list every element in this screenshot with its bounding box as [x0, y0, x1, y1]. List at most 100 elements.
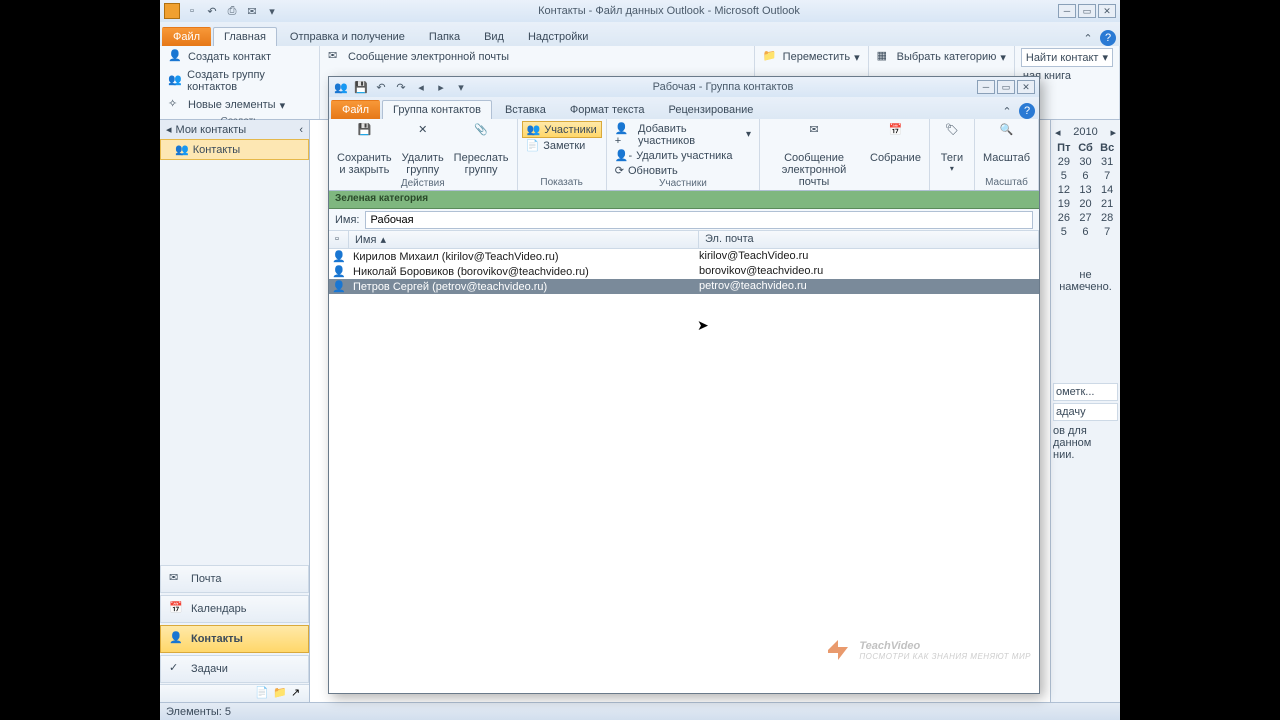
modal-ribbon-toggle-icon[interactable]: ⌃: [999, 103, 1015, 119]
forward-icon: 📎: [467, 123, 495, 151]
btn-delete-group[interactable]: ✕Удалить группу: [398, 121, 448, 178]
add-member-icon: 👤+: [615, 122, 634, 147]
btn-create-group[interactable]: 👥Создать группу контактов: [166, 68, 313, 94]
nav-calendar[interactable]: 📅Календарь: [160, 595, 309, 623]
qat-sendreceive-icon[interactable]: ✉: [244, 3, 260, 19]
tasks-nav-icon: ✓: [169, 661, 185, 677]
find-contact-input[interactable]: Найти контакт ▾: [1021, 48, 1113, 67]
contacts-nav-icon: 👤: [169, 631, 185, 647]
btn-remove-member[interactable]: 👤-Удалить участника: [611, 148, 755, 163]
navigation-pane: ◂ Мои контакты‹ 👥Контакты ✉Почта 📅Календ…: [160, 120, 310, 702]
tab-sendreceive[interactable]: Отправка и получение: [279, 27, 416, 46]
btn-forward-group[interactable]: 📎Переслать группу: [450, 121, 513, 178]
modal-tab-format[interactable]: Формат текста: [559, 100, 656, 119]
btn-zoom[interactable]: 🔍Масштаб: [979, 121, 1034, 166]
btn-move[interactable]: 📁Переместить ▾: [761, 48, 862, 66]
header-icon-col[interactable]: ▫: [329, 231, 349, 248]
modal-save-icon[interactable]: 💾: [353, 79, 369, 95]
nav-tasks[interactable]: ✓Задачи: [160, 655, 309, 683]
tab-file[interactable]: Файл: [162, 27, 211, 46]
modal-help-icon[interactable]: ?: [1019, 103, 1035, 119]
btn-show-notes[interactable]: 📄Заметки: [522, 138, 602, 153]
member-row[interactable]: 👤Кирилов Михаил (kirilov@TeachVideo.ru)k…: [329, 249, 1039, 264]
btn-tags[interactable]: 🏷Теги▾: [934, 121, 970, 175]
btn-meeting[interactable]: 📅Собрание: [866, 121, 925, 190]
sidebar-footer: 📄 📁 ↗: [160, 684, 309, 702]
btn-new-items[interactable]: ✧Новые элементы ▾: [166, 96, 313, 114]
qat-undo-icon[interactable]: ↶: [204, 3, 220, 19]
btn-save-close[interactable]: 💾Сохранить и закрыть: [333, 121, 396, 178]
todo-bar: ◂2010▸ ПтСбВс 29303156712131419202126272…: [1050, 120, 1120, 702]
notes-icon: 📄: [526, 139, 540, 152]
tab-folder[interactable]: Папка: [418, 27, 471, 46]
qat-save-icon[interactable]: ▫: [184, 3, 200, 19]
modal-maximize-button[interactable]: ▭: [997, 80, 1015, 94]
sort-asc-icon: ▴: [380, 233, 386, 246]
help-icon[interactable]: ?: [1100, 30, 1116, 46]
zoom-icon: 🔍: [992, 123, 1020, 151]
qat-more-icon[interactable]: ▾: [264, 3, 280, 19]
modal-tab-file[interactable]: Файл: [331, 100, 380, 119]
member-list: 👤Кирилов Михаил (kirilov@TeachVideo.ru)k…: [329, 249, 1039, 693]
email-big-icon: ✉: [800, 123, 828, 151]
member-list-header: ▫ Имя ▴ Эл. почта: [329, 231, 1039, 249]
btn-create-contact[interactable]: 👤Создать контакт: [166, 48, 313, 66]
modal-prev-icon[interactable]: ◂: [413, 79, 429, 95]
header-email-col[interactable]: Эл. почта: [699, 231, 1039, 248]
btn-add-members[interactable]: 👤+Добавить участников ▾: [611, 121, 755, 148]
close-button[interactable]: ✕: [1098, 4, 1116, 18]
category-icon: ▦: [877, 49, 893, 65]
header-name-col[interactable]: Имя ▴: [349, 231, 699, 248]
main-ribbon-tabs: Файл Главная Отправка и получение Папка …: [160, 22, 1120, 46]
contact-group-window: 👥 💾 ↶ ↷ ◂ ▸ ▾ Рабочая - Группа контактов…: [328, 76, 1040, 694]
modal-undo-icon[interactable]: ↶: [373, 79, 389, 95]
modal-minimize-button[interactable]: ─: [977, 80, 995, 94]
window-title: Контакты - Файл данных Outlook - Microso…: [280, 5, 1058, 17]
modal-next-icon[interactable]: ▸: [433, 79, 449, 95]
member-row[interactable]: 👤Николай Боровиков (borovikov@teachvideo…: [329, 264, 1039, 279]
group-name-input[interactable]: [365, 211, 1033, 229]
sidebar-item-contacts[interactable]: 👥Контакты: [160, 139, 309, 160]
nav-contacts[interactable]: 👤Контакты: [160, 625, 309, 653]
meeting-icon: 📅: [881, 123, 909, 151]
new-icon: ✧: [168, 97, 184, 113]
task-desc: ов для данном нии.: [1053, 425, 1118, 461]
calendar-year: 2010: [1073, 126, 1097, 139]
modal-tab-review[interactable]: Рецензирование: [657, 100, 764, 119]
shortcuts-icon[interactable]: ↗: [291, 686, 305, 700]
task-input[interactable]: адачу: [1056, 406, 1086, 418]
notes-label: ометк...: [1056, 386, 1094, 398]
modal-ribbon: 💾Сохранить и закрыть ✕Удалить группу 📎Пе…: [329, 119, 1039, 191]
ribbon-toggle-icon[interactable]: ⌃: [1080, 30, 1096, 46]
member-row[interactable]: 👤Петров Сергей (petrov@teachvideo.ru)pet…: [329, 279, 1039, 294]
notes-shortcut-icon[interactable]: 📄: [255, 686, 269, 700]
btn-email-message[interactable]: ✉Сообщение электронной почты: [326, 48, 748, 66]
btn-show-members[interactable]: 👥Участники: [522, 121, 602, 138]
nav-mail[interactable]: ✉Почта: [160, 565, 309, 593]
tab-home[interactable]: Главная: [213, 27, 277, 46]
save-icon: 💾: [350, 123, 378, 151]
refresh-icon: ⟳: [615, 164, 624, 177]
members-icon: 👥: [527, 123, 541, 136]
modal-qat-more-icon[interactable]: ▾: [453, 79, 469, 95]
group-icon: 👥: [168, 73, 183, 89]
folders-shortcut-icon[interactable]: 📁: [273, 686, 287, 700]
btn-update[interactable]: ⟳Обновить: [611, 163, 755, 178]
modal-tab-group[interactable]: Группа контактов: [382, 100, 492, 119]
modal-tab-insert[interactable]: Вставка: [494, 100, 557, 119]
modal-close-button[interactable]: ✕: [1017, 80, 1035, 94]
tab-view[interactable]: Вид: [473, 27, 515, 46]
qat-print-icon[interactable]: ⎙: [224, 3, 240, 19]
btn-send-email[interactable]: ✉Сообщение электронной почты: [764, 121, 864, 190]
folder-move-icon: 📁: [763, 49, 779, 65]
category-banner[interactable]: Зеленая категория: [329, 191, 1039, 209]
maximize-button[interactable]: ▭: [1078, 4, 1096, 18]
modal-redo-icon[interactable]: ↷: [393, 79, 409, 95]
tab-addins[interactable]: Надстройки: [517, 27, 599, 46]
modal-title: Рабочая - Группа контактов: [469, 81, 977, 93]
mail-nav-icon: ✉: [169, 571, 185, 587]
sidebar-section-mycontacts[interactable]: ◂ Мои контакты‹: [160, 120, 309, 139]
minimize-button[interactable]: ─: [1058, 4, 1076, 18]
main-titlebar: ▫ ↶ ⎙ ✉ ▾ Контакты - Файл данных Outlook…: [160, 0, 1120, 22]
btn-category[interactable]: ▦Выбрать категорию ▾: [875, 48, 1008, 66]
